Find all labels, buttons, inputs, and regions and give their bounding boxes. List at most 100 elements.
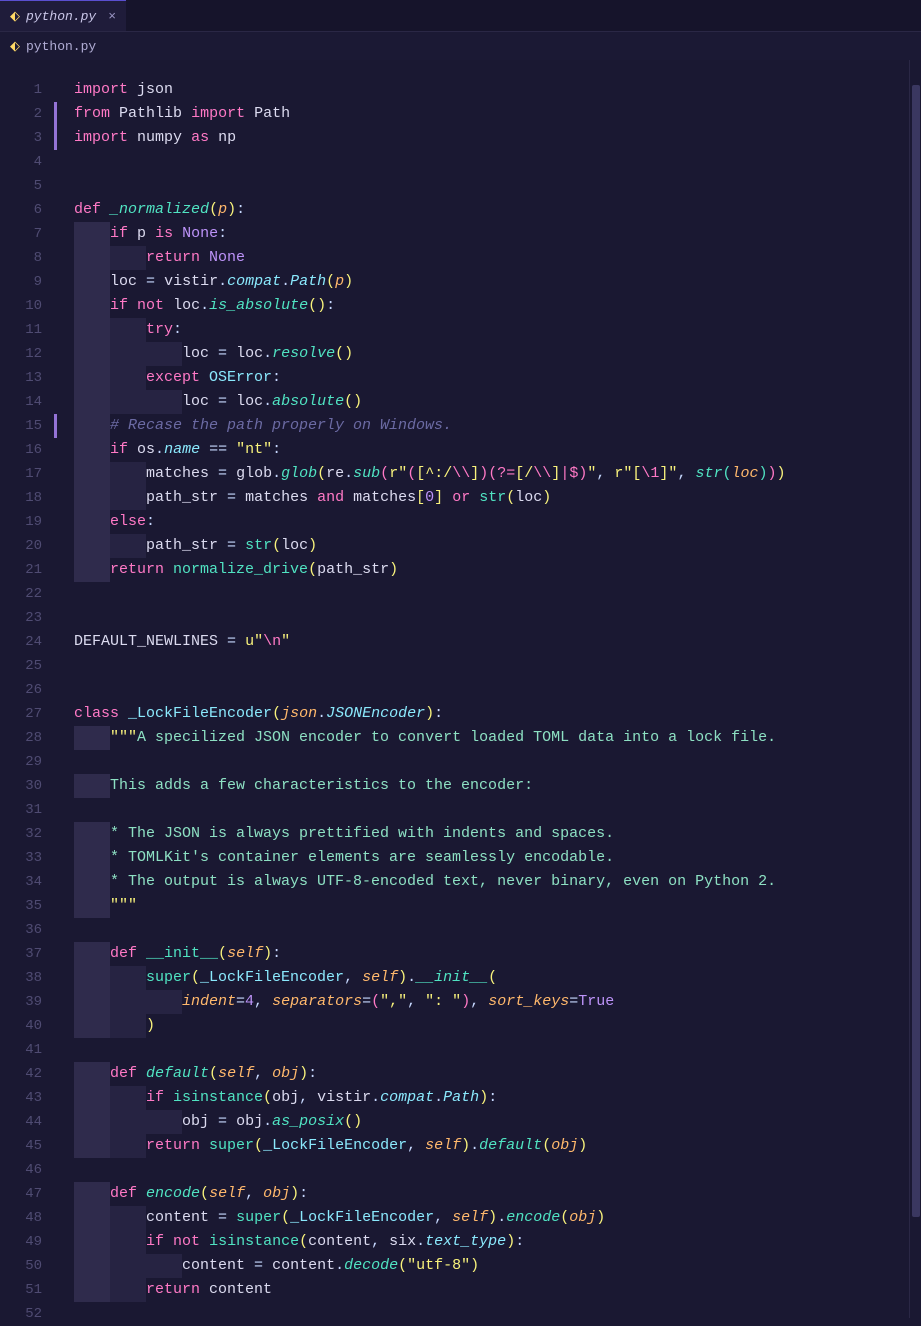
- code-line[interactable]: [56, 678, 921, 702]
- code-line[interactable]: return content: [56, 1278, 921, 1302]
- breadcrumb[interactable]: ⬖ python.py: [0, 32, 921, 60]
- line-number: 51: [0, 1278, 56, 1302]
- code-line[interactable]: indent=4, separators=(",", ": "), sort_k…: [56, 990, 921, 1014]
- line-number: 3: [0, 126, 56, 150]
- code-line[interactable]: if os.name == "nt":: [56, 438, 921, 462]
- line-number: 16: [0, 438, 56, 462]
- line-number: 19: [0, 510, 56, 534]
- code-line[interactable]: [56, 582, 921, 606]
- line-number: 47: [0, 1182, 56, 1206]
- code-line[interactable]: return normalize_drive(path_str): [56, 558, 921, 582]
- code-line[interactable]: This adds a few characteristics to the e…: [56, 774, 921, 798]
- code-line[interactable]: def _normalized(p):: [56, 198, 921, 222]
- code-line[interactable]: return None: [56, 246, 921, 270]
- line-number: 10: [0, 294, 56, 318]
- code-line[interactable]: def __init__(self):: [56, 942, 921, 966]
- code-line[interactable]: loc = loc.resolve(): [56, 342, 921, 366]
- code-line[interactable]: except OSError:: [56, 366, 921, 390]
- line-number: 26: [0, 678, 56, 702]
- code-line[interactable]: else:: [56, 510, 921, 534]
- code-line[interactable]: path_str = matches and matches[0] or str…: [56, 486, 921, 510]
- line-number: 30: [0, 774, 56, 798]
- line-number: 49: [0, 1230, 56, 1254]
- line-number: 46: [0, 1158, 56, 1182]
- code-line[interactable]: if p is None:: [56, 222, 921, 246]
- code-line[interactable]: [56, 606, 921, 630]
- line-number: 24: [0, 630, 56, 654]
- code-line[interactable]: loc = loc.absolute(): [56, 390, 921, 414]
- code-line[interactable]: def encode(self, obj):: [56, 1182, 921, 1206]
- line-number: 8: [0, 246, 56, 270]
- code-line[interactable]: * TOMLKit's container elements are seaml…: [56, 846, 921, 870]
- code-line[interactable]: content = super(_LockFileEncoder, self).…: [56, 1206, 921, 1230]
- modified-line-marker: [54, 126, 57, 150]
- line-number: 17: [0, 462, 56, 486]
- line-number: 44: [0, 1110, 56, 1134]
- line-number: 14: [0, 390, 56, 414]
- line-number: 41: [0, 1038, 56, 1062]
- code-line[interactable]: class _LockFileEncoder(json.JSONEncoder)…: [56, 702, 921, 726]
- line-number: 50: [0, 1254, 56, 1278]
- code-line[interactable]: try:: [56, 318, 921, 342]
- code-line[interactable]: content = content.decode("utf-8"): [56, 1254, 921, 1278]
- modified-line-marker: [54, 414, 57, 438]
- code-line[interactable]: matches = glob.glob(re.sub(r"([^:/\\])(?…: [56, 462, 921, 486]
- code-line[interactable]: def default(self, obj):: [56, 1062, 921, 1086]
- code-line[interactable]: [56, 654, 921, 678]
- code-line[interactable]: """: [56, 894, 921, 918]
- line-number: 5: [0, 174, 56, 198]
- line-number: 29: [0, 750, 56, 774]
- tab-python-py[interactable]: ⬖ python.py ×: [0, 0, 126, 31]
- code-line[interactable]: path_str = str(loc): [56, 534, 921, 558]
- code-line[interactable]: DEFAULT_NEWLINES = u"\n": [56, 630, 921, 654]
- python-file-icon: ⬖: [10, 39, 20, 54]
- code-line[interactable]: if not loc.is_absolute():: [56, 294, 921, 318]
- code-line[interactable]: [56, 1302, 921, 1326]
- modified-line-marker: [54, 102, 57, 126]
- code-line[interactable]: # Recase the path properly on Windows.: [56, 414, 921, 438]
- code-line[interactable]: [56, 174, 921, 198]
- line-number: 45: [0, 1134, 56, 1158]
- line-number: 12: [0, 342, 56, 366]
- code-line[interactable]: import numpy as np: [56, 126, 921, 150]
- code-line[interactable]: [56, 1038, 921, 1062]
- close-icon[interactable]: ×: [108, 9, 116, 24]
- ruler-chunk[interactable]: [912, 85, 920, 1217]
- overview-ruler[interactable]: [909, 60, 921, 1318]
- line-number: 1: [0, 78, 56, 102]
- code-area[interactable]: import jsonfrom Pathlib import Pathimpor…: [56, 60, 921, 1318]
- code-line[interactable]: [56, 750, 921, 774]
- code-line[interactable]: * The JSON is always prettified with ind…: [56, 822, 921, 846]
- line-number: 38: [0, 966, 56, 990]
- code-line[interactable]: super(_LockFileEncoder, self).__init__(: [56, 966, 921, 990]
- line-number: 20: [0, 534, 56, 558]
- code-line[interactable]: * The output is always UTF-8-encoded tex…: [56, 870, 921, 894]
- line-number: 34: [0, 870, 56, 894]
- editor[interactable]: 1234567891011121314151617181920212223242…: [0, 60, 921, 1318]
- code-line[interactable]: ): [56, 1014, 921, 1038]
- code-line[interactable]: [56, 1158, 921, 1182]
- code-line[interactable]: [56, 150, 921, 174]
- line-number: 2: [0, 102, 56, 126]
- code-line[interactable]: if isinstance(obj, vistir.compat.Path):: [56, 1086, 921, 1110]
- code-line[interactable]: obj = obj.as_posix(): [56, 1110, 921, 1134]
- code-line[interactable]: if not isinstance(content, six.text_type…: [56, 1230, 921, 1254]
- tab-filename: python.py: [26, 9, 96, 24]
- code-line[interactable]: """A specilized JSON encoder to convert …: [56, 726, 921, 750]
- line-number: 13: [0, 366, 56, 390]
- line-number: 4: [0, 150, 56, 174]
- code-line[interactable]: [56, 798, 921, 822]
- line-number: 42: [0, 1062, 56, 1086]
- line-number: 31: [0, 798, 56, 822]
- line-number: 33: [0, 846, 56, 870]
- code-line[interactable]: return super(_LockFileEncoder, self).def…: [56, 1134, 921, 1158]
- code-line[interactable]: [56, 918, 921, 942]
- line-number: 6: [0, 198, 56, 222]
- line-number: 22: [0, 582, 56, 606]
- line-number: 39: [0, 990, 56, 1014]
- line-number-gutter: 1234567891011121314151617181920212223242…: [0, 60, 56, 1318]
- code-line[interactable]: import json: [56, 78, 921, 102]
- code-line[interactable]: from Pathlib import Path: [56, 102, 921, 126]
- code-line[interactable]: loc = vistir.compat.Path(p): [56, 270, 921, 294]
- line-number: 25: [0, 654, 56, 678]
